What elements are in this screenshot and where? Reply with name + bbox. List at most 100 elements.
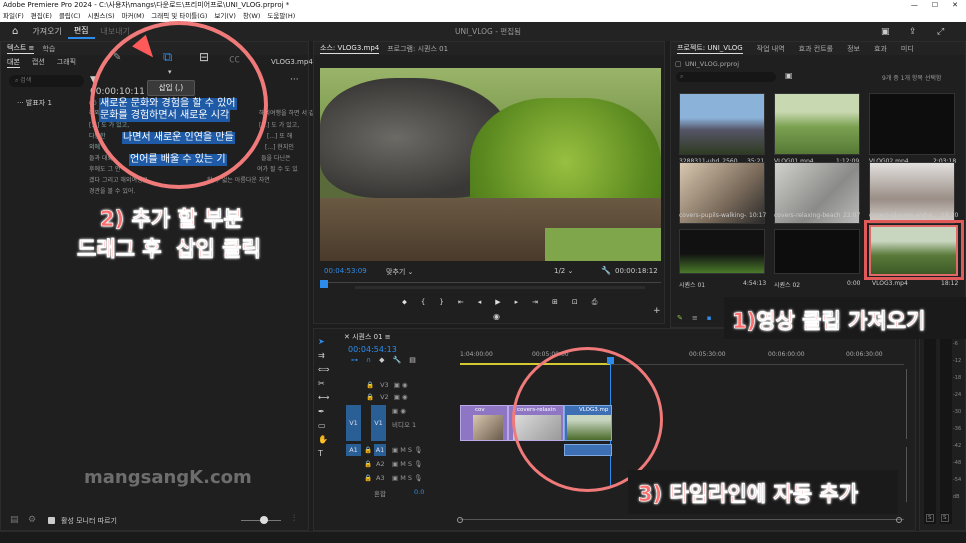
close-button[interactable]: ✕ — [952, 0, 958, 11]
fullscreen-icon[interactable]: ⤢ — [937, 27, 944, 37]
home-icon[interactable]: ⌂ — [0, 26, 26, 37]
add-marker-icon[interactable]: ◆ — [379, 356, 384, 364]
resolution-dropdown[interactable]: 1/2 ⌄ — [554, 267, 573, 275]
timeline-timecode[interactable]: 00:04:54:13 — [348, 345, 397, 354]
text-tool-icon[interactable]: T — [318, 449, 329, 458]
timeline-h-scrollbar[interactable] — [457, 517, 904, 524]
workspace-edit[interactable]: 편집 — [67, 25, 95, 39]
menu-marker[interactable]: 마커(M) — [122, 11, 145, 22]
track-header-v3: 🔒 V3 ▣ ◉ — [366, 381, 408, 389]
settings-icon[interactable]: ⚙ — [28, 515, 36, 525]
tab-source[interactable]: 소스: VLOG3.mp4 — [320, 43, 380, 54]
captions-toggle-icon[interactable]: ▤ — [409, 356, 416, 364]
menu-window[interactable]: 창(W) — [243, 11, 260, 22]
tab-program[interactable]: 프로그램: 시퀀스 01 — [387, 44, 448, 54]
subtab-transcript[interactable]: 대본 — [7, 57, 20, 68]
linked-icon[interactable]: ∩ — [366, 356, 371, 364]
wrench-icon[interactable]: 🔧 — [601, 266, 611, 275]
source-scrubber[interactable] — [320, 280, 661, 289]
search-input[interactable]: ⌕ 검색 — [9, 75, 84, 87]
overwrite-button-icon[interactable]: ⊡ — [572, 298, 578, 307]
add-button-icon[interactable]: + — [653, 306, 661, 316]
ripple-edit-icon[interactable]: ⟺ — [318, 365, 329, 374]
solo-left-button[interactable]: S — [926, 514, 934, 522]
timeline-v-scrollbar-audio[interactable] — [906, 447, 907, 502]
insert-button-icon[interactable]: ⊞ — [552, 298, 558, 307]
wrench-icon[interactable]: 🔧 — [393, 356, 402, 364]
tab-info[interactable]: 정보 — [847, 44, 860, 54]
source-monitor: 소스: VLOG3.mp4 프로그램: 시퀀스 01 00:04:53:09 맞… — [313, 41, 665, 324]
project-item-thumb[interactable] — [774, 229, 860, 274]
razor-icon[interactable]: ✂ — [318, 379, 329, 388]
project-item-thumb[interactable] — [679, 93, 765, 155]
timeline-clip[interactable]: cov — [460, 405, 508, 441]
project-item-thumb[interactable] — [679, 229, 765, 274]
tab-media[interactable]: 미디 — [901, 44, 914, 54]
source-patch-v1[interactable]: V1 — [346, 405, 361, 441]
project-item-thumb[interactable] — [869, 93, 955, 155]
goto-in-icon[interactable]: ⇤ — [458, 298, 464, 307]
subtab-graphics[interactable]: 그래픽 — [57, 57, 76, 68]
tab-effect-controls[interactable]: 효과 컨트롤 — [799, 44, 833, 54]
maximize-button[interactable]: ☐ — [932, 0, 938, 11]
zoom-slider-thumb[interactable] — [260, 516, 268, 524]
project-file-name: UNI_VLOG.prproj — [685, 60, 740, 68]
source-timecode[interactable]: 00:04:53:09 — [324, 267, 367, 275]
play-icon[interactable]: ▶ — [495, 298, 500, 307]
camera-icon[interactable]: ◉ — [493, 312, 500, 321]
subtab-captions[interactable]: 캡션 — [32, 57, 45, 68]
goto-out-icon[interactable]: ⇥ — [532, 298, 538, 307]
project-item-name: VLOG3.mp4 — [872, 280, 908, 287]
quick-export-icon[interactable]: ⇪ — [909, 27, 917, 37]
timeline-ruler[interactable]: 1:04:00:00 00:05:00:00 00:05:30:00 00:06… — [460, 349, 904, 365]
track-select-icon[interactable]: ⇉ — [318, 351, 329, 360]
project-item-name: covers-glasses-and-n... — [869, 212, 937, 219]
target-v1[interactable]: V1 — [371, 405, 386, 441]
workspaces-icon[interactable]: ▣ — [881, 27, 890, 37]
selection-tool-icon[interactable]: ➤ — [318, 337, 329, 346]
project-search-input[interactable]: ⌕ — [676, 72, 776, 82]
minimize-button[interactable]: — — [911, 0, 918, 11]
menu-clip[interactable]: 클립(C) — [59, 11, 81, 22]
step-forward-icon[interactable]: ▸ — [515, 298, 519, 307]
menu-file[interactable]: 파일(F) — [3, 11, 24, 22]
hand-tool-icon[interactable]: ✋ — [318, 435, 329, 444]
snap-icon[interactable]: ⊶ — [351, 356, 358, 364]
menu-edit[interactable]: 편집(E) — [31, 11, 52, 22]
follow-monitor-checkbox[interactable] — [48, 517, 55, 524]
rectangle-tool-icon[interactable]: ▭ — [318, 421, 329, 430]
timeline-v-scrollbar-video[interactable] — [906, 369, 907, 439]
timeline-tab[interactable]: ✕ 시퀀스 01 ≡ — [344, 332, 391, 342]
step-back-icon[interactable]: ◂ — [478, 298, 482, 307]
adjust-icon[interactable]: ⫶ — [293, 514, 295, 524]
mark-in-icon[interactable]: { — [421, 298, 425, 307]
source-patch-a1[interactable]: A1 — [346, 444, 361, 456]
fit-dropdown[interactable]: 맞추기 ⌄ — [386, 267, 413, 277]
target-a1[interactable]: A1 — [374, 444, 386, 456]
tab-text[interactable]: 텍스트 ≡ — [7, 43, 35, 54]
marker-icon[interactable]: ⬥ — [402, 298, 407, 307]
more-menu-icon[interactable]: ··· — [290, 75, 299, 85]
slip-tool-icon[interactable]: ⟷ — [318, 393, 329, 402]
project-item-thumb[interactable] — [774, 93, 860, 155]
mark-out-icon[interactable]: } — [439, 298, 443, 307]
list-view-icon[interactable]: ≡ — [692, 314, 698, 322]
transcript-clip-name: VLOG3.mp4 — [271, 58, 313, 66]
panel-view-icon[interactable]: ▤ — [10, 515, 19, 525]
tab-learn[interactable]: 학습 — [42, 44, 55, 54]
icon-view-icon[interactable]: ▪ — [707, 314, 712, 322]
pen-tool-icon[interactable]: ✒ — [318, 407, 329, 416]
pencil-icon[interactable]: ✎ — [677, 314, 683, 322]
tab-effects[interactable]: 효과 — [874, 44, 887, 54]
tab-project[interactable]: 프로젝트: UNI_VLOG — [677, 43, 743, 54]
menu-view[interactable]: 보기(V) — [214, 11, 235, 22]
solo-right-button[interactable]: S — [941, 514, 949, 522]
tab-history[interactable]: 작업 내역 — [757, 44, 785, 54]
workspace-import[interactable]: 가져오기 — [26, 26, 67, 37]
new-bin-icon[interactable]: ▣ — [785, 71, 793, 80]
annotation-box-clip — [864, 220, 964, 280]
export-frame-icon[interactable]: ⎙ — [592, 298, 598, 307]
project-item-duration: 10:17 — [749, 212, 767, 219]
menu-help[interactable]: 도움말(H) — [267, 11, 295, 22]
menu-sequence[interactable]: 시퀀스(S) — [88, 11, 115, 22]
